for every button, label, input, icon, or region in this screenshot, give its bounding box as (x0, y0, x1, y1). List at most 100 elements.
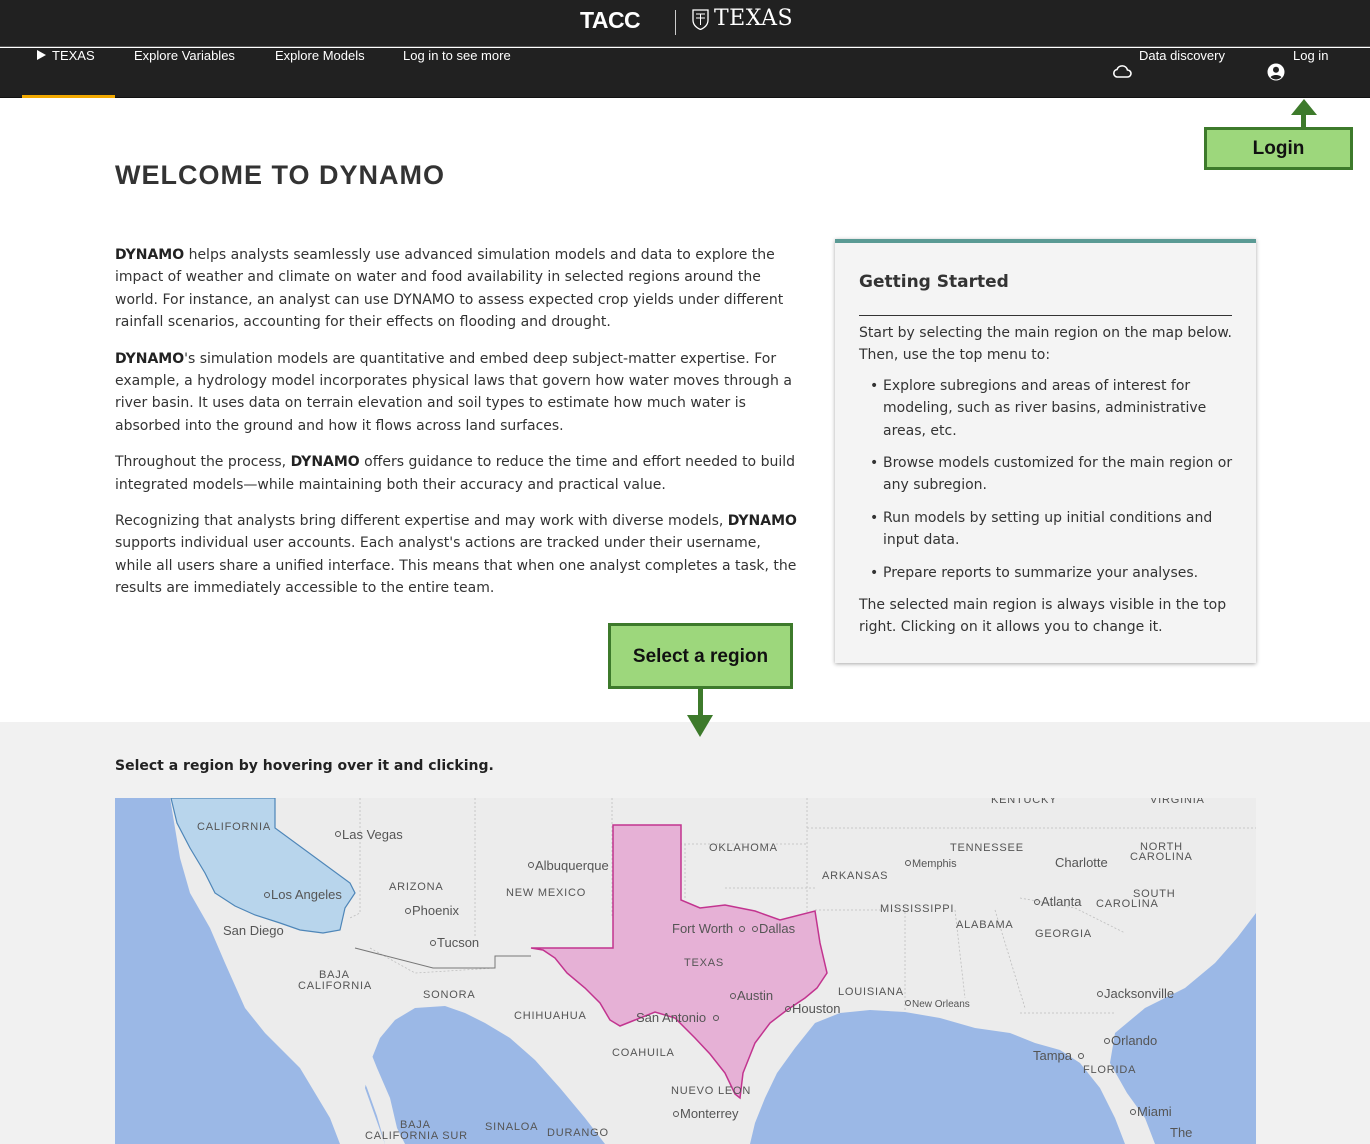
map-label: NEW MEXICO (506, 887, 586, 899)
map-city: Memphis (912, 858, 957, 870)
play-icon (37, 50, 46, 60)
getting-started-panel: Getting Started Start by selecting the m… (835, 239, 1256, 663)
intro-paragraph-3: Throughout the process, DYNAMO offers gu… (115, 451, 800, 496)
map-city: Austin (737, 988, 773, 1003)
map-label: FLORIDA (1083, 1064, 1136, 1076)
brand-bar: TACC TEXAS (0, 0, 1370, 47)
map-label: TEXAS (684, 957, 724, 969)
bullet-icon: • (870, 509, 879, 526)
map-city: Tampa (1033, 1048, 1073, 1063)
map-label: ARIZONA (389, 881, 444, 893)
user-circle-icon (1267, 63, 1285, 81)
nav-login-to-see-more[interactable]: Log in to see more (403, 48, 511, 98)
map-city: New Orleans (912, 999, 970, 1010)
bullet-icon: • (870, 455, 879, 472)
map-label: CAROLINA (1096, 898, 1159, 910)
dynamo-name: DYNAMO (727, 513, 797, 530)
getting-started-title: Getting Started (859, 272, 1009, 292)
list-item: • Explore subregions and areas of interes… (859, 375, 1234, 442)
nav-explore-models[interactable]: Explore Models (275, 48, 365, 98)
intro-text: DYNAMO helps analysts seamlessly use adv… (115, 244, 800, 614)
nav-explore-variables[interactable]: Explore Variables (134, 48, 235, 98)
dynamo-name: DYNAMO (115, 247, 185, 263)
map-label: SONORA (423, 989, 475, 1001)
map-section: Select a region by hovering over it and … (0, 722, 1370, 1144)
intro-paragraph-4: Recognizing that analysts bring differen… (115, 510, 800, 600)
map-city: San Diego (223, 923, 284, 938)
login-callout-arrow-head (1291, 99, 1317, 115)
map-city: Las Vegas (342, 827, 403, 842)
map-label: KENTUCKY (991, 798, 1057, 806)
map-city: Jacksonville (1104, 986, 1174, 1001)
tacc-logo[interactable]: TACC (580, 7, 641, 34)
cloud-icon (1113, 65, 1132, 78)
login-callout: Login (1204, 127, 1353, 170)
map-city: Miami (1137, 1104, 1172, 1119)
map-label: ALABAMA (956, 919, 1014, 931)
nav-region-label: TEXAS (52, 48, 95, 63)
intro-paragraph-2: DYNAMO's simulation models are quantitat… (115, 348, 800, 438)
select-region-arrow-shaft (698, 689, 703, 716)
map-city: Los Angeles (271, 887, 342, 902)
map-city: Albuquerque (535, 858, 609, 873)
map-city: San Antonio (636, 1010, 706, 1025)
select-region-arrow-head (687, 715, 713, 737)
getting-started-intro: Start by selecting the main region on th… (859, 325, 1232, 364)
getting-started-list: • Explore subregions and areas of interes… (859, 375, 1234, 584)
map-label: SINALOA (485, 1121, 538, 1133)
page-title: WELCOME TO DYNAMO (115, 160, 445, 190)
getting-started-outro: The selected main region is always visib… (859, 597, 1227, 636)
list-item-text: Browse models customized for the main re… (883, 455, 1233, 494)
map-canvas: CALIFORNIA OKLAHOMA TENNESSEE NORTH CARO… (115, 798, 1256, 1144)
nav-data-discovery-label: Data discovery (1139, 48, 1225, 63)
ut-texas-logo[interactable]: TEXAS (714, 6, 793, 31)
nav-region-texas[interactable]: TEXAS (22, 48, 115, 98)
bullet-icon: • (870, 564, 879, 581)
map-label: MISSISSIPPI (880, 903, 954, 915)
map-label: VIRGINIA (1150, 798, 1205, 806)
map-city: Atlanta (1041, 894, 1082, 909)
map-label: CALIFORNIA (298, 980, 372, 992)
map-city: The (1170, 1125, 1192, 1140)
map-label: GEORGIA (1035, 928, 1092, 940)
map-label: NUEVO LEON (671, 1085, 751, 1097)
list-item: • Browse models customized for the main r… (859, 452, 1234, 497)
dynamo-name: DYNAMO (115, 350, 185, 367)
map-city: Dallas (759, 921, 796, 936)
list-item-text: Prepare reports to summarize your analys… (883, 564, 1199, 581)
map-label: LOUISIANA (838, 986, 904, 998)
getting-started-divider (859, 315, 1232, 316)
list-item: • Run models by setting up initial condit… (859, 507, 1234, 552)
nav-log-in-label: Log in (1293, 48, 1329, 63)
map-city: Monterrey (680, 1106, 739, 1121)
bullet-icon: • (870, 377, 879, 394)
brand-divider (675, 10, 676, 35)
intro-paragraph-4-text: supports individual user accounts. Each … (115, 535, 797, 597)
map-label: COAHUILA (612, 1047, 675, 1059)
intro-paragraph-3-lead: Throughout the process, (115, 454, 291, 471)
map-city: Fort Worth (672, 921, 733, 936)
map-label: DURANGO (547, 1127, 609, 1139)
map-label: CHIHUAHUA (514, 1010, 587, 1022)
intro-paragraph-1-text: helps analysts seamlessly use advanced s… (115, 247, 784, 331)
list-item-text: Explore subregions and areas of interest… (883, 377, 1207, 439)
map-label: CALIFORNIA (197, 821, 271, 833)
list-item-text: Run models by setting up initial conditi… (883, 509, 1213, 549)
intro-paragraph-4-lead: Recognizing that analysts bring differen… (115, 513, 728, 530)
map-city: Houston (792, 1001, 840, 1016)
map-instructions: Select a region by hovering over it and … (115, 758, 494, 774)
map-city: Phoenix (412, 903, 459, 918)
map-label: ARKANSAS (822, 870, 888, 882)
map-label: CAROLINA (1130, 851, 1193, 863)
map-label: TENNESSEE (950, 842, 1024, 854)
map-city: Tucson (437, 935, 479, 950)
getting-started-body: Start by selecting the main region on th… (859, 322, 1234, 639)
ut-shield-icon (692, 9, 709, 30)
region-map[interactable]: CALIFORNIA OKLAHOMA TENNESSEE NORTH CARO… (115, 798, 1256, 1144)
intro-paragraph-1: DYNAMO helps analysts seamlessly use adv… (115, 244, 800, 334)
map-city: Charlotte (1055, 855, 1108, 870)
dynamo-name: DYNAMO (290, 454, 360, 471)
map-label: OKLAHOMA (709, 842, 778, 854)
map-label: CALIFORNIA SUR (365, 1130, 468, 1142)
login-callout-arrow-shaft (1301, 114, 1306, 128)
